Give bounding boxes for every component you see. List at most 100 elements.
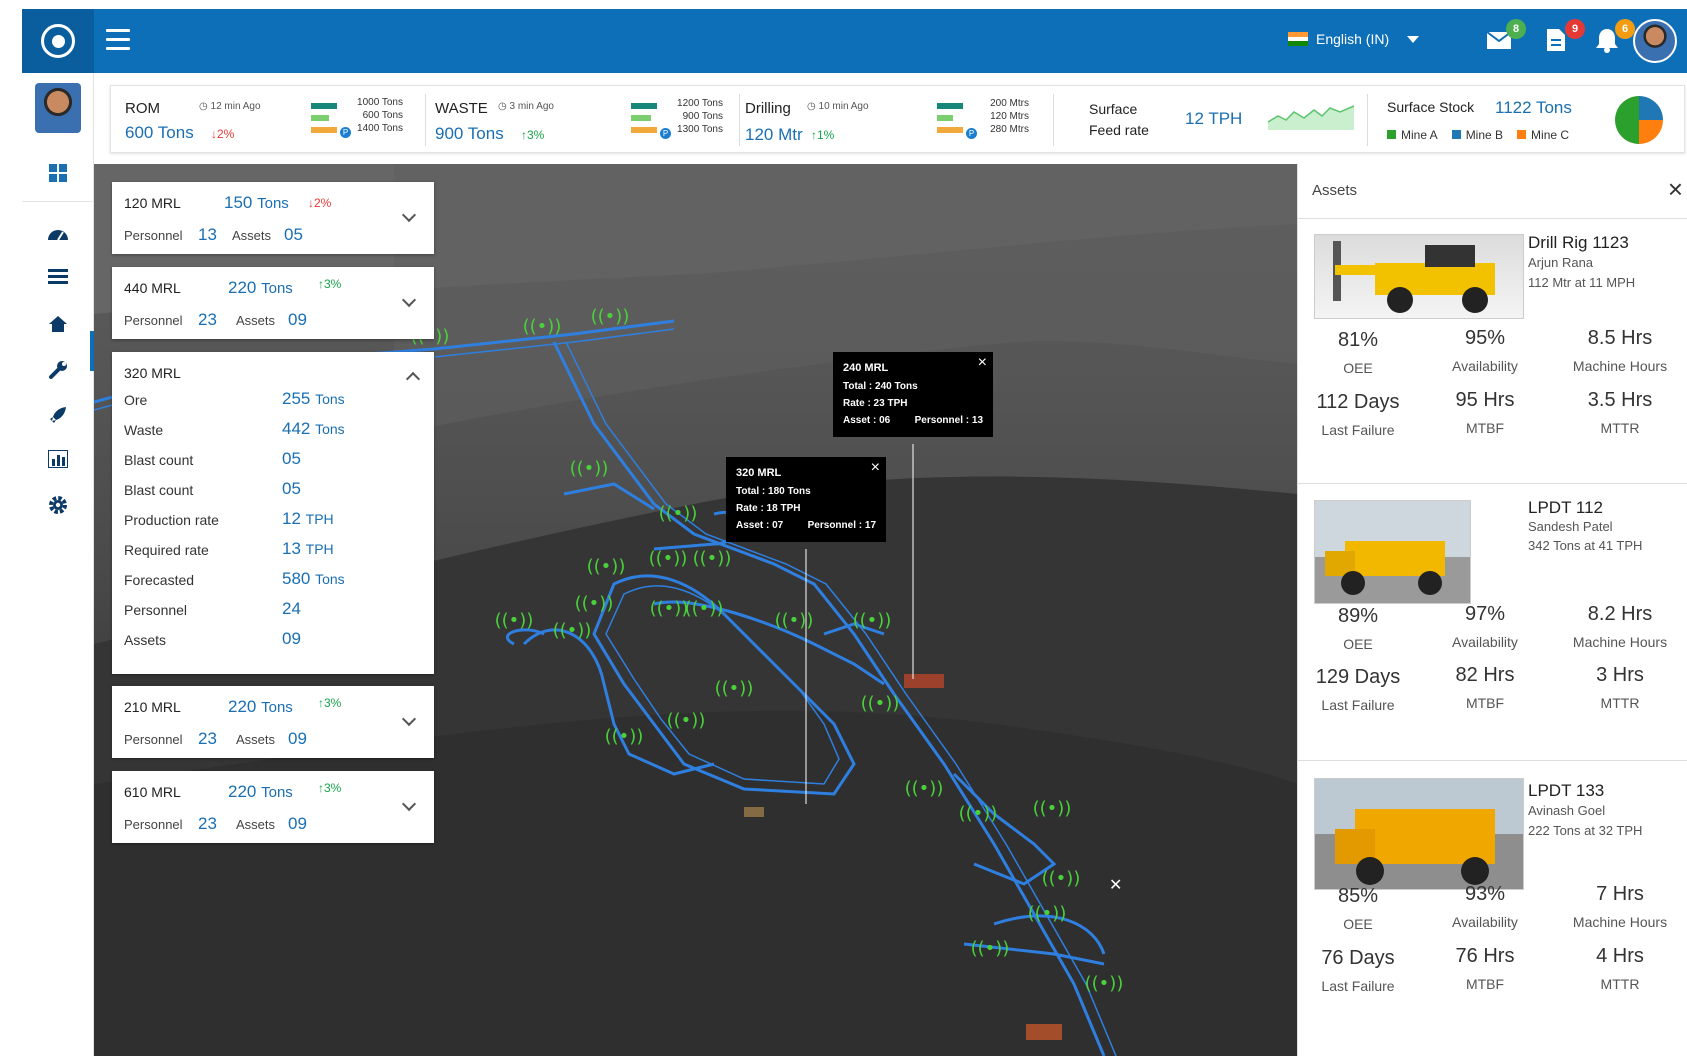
personnel-label: Personnel: [124, 228, 183, 243]
level-card-210-mrl[interactable]: 210 MRL 220 Tons ↑3% Personnel 23 Assets…: [112, 686, 434, 758]
detail-value: 24: [282, 599, 301, 618]
close-icon[interactable]: ×: [871, 459, 880, 476]
lpdt-112-image: [1314, 500, 1471, 604]
level-card-440-mrl[interactable]: 440 MRL 220 Tons ↑3% Personnel 23 Assets…: [112, 267, 434, 339]
mail-button[interactable]: 8: [1486, 19, 1526, 57]
stat-oee: 81% OEE: [1337, 329, 1379, 376]
stat-last-failure: 112 Days Last Failure: [1316, 391, 1400, 438]
chevron-down-icon[interactable]: [401, 796, 417, 812]
personnel-count: 23: [198, 729, 217, 748]
assets-count: 09: [288, 310, 307, 329]
kpi-drilling-ago: ◷ 10 min Ago: [807, 101, 869, 112]
stat-availability: 93% Availability: [1452, 883, 1518, 930]
svg-text:((•)): ((•)): [649, 548, 688, 569]
chevron-down-icon[interactable]: [401, 711, 417, 727]
settings-gear-icon[interactable]: [46, 493, 70, 517]
app-logo[interactable]: [22, 9, 94, 73]
mail-badge: 8: [1506, 19, 1526, 39]
app: English (IN) 8 9 6 ROM ◷ 12 min Ago 600 …: [0, 0, 1687, 1056]
drill-rig-icon: [1333, 241, 1495, 313]
bar-chart-icon[interactable]: [46, 447, 70, 471]
svg-text:((•)): ((•)): [775, 610, 814, 631]
kpi-strip: ROM ◷ 12 min Ago 600 Tons ↓2% P 1000 Ton…: [110, 85, 1685, 153]
close-panel-icon[interactable]: ×: [1668, 174, 1683, 205]
document-icon: [1547, 29, 1565, 51]
personnel-label: Personnel: [124, 732, 183, 747]
personnel-label: Personnel: [124, 313, 183, 328]
asset-card-lpdt-112[interactable]: LPDT 112 Sandesh Patel 342 Tons at 41 TP…: [1298, 483, 1687, 760]
kpi-drilling-legend: 200 Mtrs 120 Mtrs 280 Mtrs: [990, 98, 1029, 135]
tooltip-personnel: Personnel : 17: [807, 520, 876, 531]
personnel-label: Personnel: [124, 817, 183, 832]
asset-name: LPDT 112: [1528, 498, 1603, 517]
kpi-waste-name: WASTE: [435, 100, 488, 117]
dashboard-grid-icon[interactable]: [46, 161, 70, 185]
svg-text:((•)): ((•)): [1028, 903, 1067, 924]
asset-info: 112 Mtr at 11 MPH: [1528, 275, 1636, 290]
kpi-rom-mini-bars: [311, 103, 337, 139]
kpi-stock-value: 1122 Tons: [1495, 98, 1572, 117]
level-name: 210 MRL: [124, 699, 181, 715]
level-card-120-mrl[interactable]: 120 MRL 150 Tons ↓2% Personnel 13 Assets…: [112, 182, 434, 254]
level-name: 610 MRL: [124, 784, 181, 800]
document-button[interactable]: 9: [1545, 19, 1585, 57]
home-icon[interactable]: [46, 312, 70, 336]
asset-card-lpdt-133[interactable]: LPDT 133 Avinash Goel 222 Tons at 32 TPH…: [1298, 760, 1687, 1056]
rocket-icon[interactable]: [46, 403, 70, 427]
personnel-count: 13: [198, 225, 217, 244]
level-card-320-mrl-expanded[interactable]: 320 MRL Ore 255 Tons Waste 442 Tons Blast co…: [112, 352, 434, 674]
gauge-icon[interactable]: [46, 221, 70, 245]
stat-mtbf: 82 Hrs MTBF: [1455, 664, 1515, 711]
tooltip-total: Total : 240 Tons: [843, 381, 918, 392]
notification-button[interactable]: 6: [1595, 19, 1635, 57]
assets-count: 09: [288, 814, 307, 833]
user-avatar[interactable]: [1633, 19, 1677, 63]
kpi-waste[interactable]: WASTE ◷ 3 min Ago 900 Tons ↑3% P 1200 To…: [431, 86, 731, 154]
kpi-surface-stock[interactable]: Surface Stock 1122 Tons Mine A Mine B Mi…: [1373, 86, 1683, 154]
svg-text:((•)): ((•)): [570, 458, 609, 479]
level-delta: ↓2%: [308, 196, 332, 210]
chevron-up-icon[interactable]: [405, 371, 421, 387]
detail-label: Blast count: [124, 482, 194, 498]
detail-label: Assets: [124, 632, 167, 648]
kpi-rom-name: ROM: [125, 100, 160, 117]
svg-text:((•)): ((•)): [605, 726, 644, 747]
stat-last-failure: 76 Days Last Failure: [1321, 947, 1395, 994]
asset-info: 342 Tons at 41 TPH: [1528, 538, 1643, 553]
svg-text:((•)): ((•)): [650, 598, 689, 619]
kpi-feed-name-line1: Surface: [1089, 101, 1138, 117]
feed-rate-sparkline: [1268, 105, 1354, 130]
kpi-stock-name: Surface Stock: [1387, 99, 1475, 115]
language-label: English (IN): [1316, 31, 1390, 47]
language-selector[interactable]: English (IN): [1288, 31, 1420, 47]
kpi-rom[interactable]: ROM ◷ 12 min Ago 600 Tons ↓2% P 1000 Ton…: [111, 86, 411, 154]
level-card-610-mrl[interactable]: 610 MRL 220 Tons ↑3% Personnel 23 Assets…: [112, 771, 434, 843]
layers-icon[interactable]: [46, 265, 70, 289]
haul-truck-icon: [1335, 809, 1495, 885]
svg-text:((•)): ((•)): [575, 593, 614, 614]
level-name: 320 MRL: [124, 365, 181, 381]
kpi-rom-delta: ↓2%: [211, 127, 235, 141]
level-name: 440 MRL: [124, 280, 181, 296]
level-tons: 220 Tons: [228, 782, 293, 801]
level-delta: ↑3%: [318, 696, 342, 710]
assets-label: Assets: [236, 817, 276, 832]
asset-card-drill-rig[interactable]: Drill Rig 1123 Arjun Rana 112 Mtr at 11 …: [1298, 218, 1687, 483]
detail-label: Personnel: [124, 602, 188, 618]
personnel-count: 23: [198, 310, 217, 329]
wrench-icon[interactable]: [46, 358, 70, 382]
profile-avatar[interactable]: [35, 83, 81, 133]
svg-text:((•)): ((•)): [853, 610, 892, 631]
tooltip-title: 240 MRL: [843, 362, 889, 374]
hamburger-menu-icon[interactable]: [106, 29, 130, 51]
detail-label: Forecasted: [124, 572, 195, 588]
chevron-down-icon[interactable]: [401, 292, 417, 308]
svg-text:✕: ✕: [1109, 875, 1122, 894]
dump-truck-icon: [1325, 541, 1445, 595]
stat-mttr: 4 Hrs MTTR: [1596, 945, 1644, 992]
chevron-down-icon[interactable]: [401, 207, 417, 223]
kpi-drilling[interactable]: Drilling ◷ 10 min Ago 120 Mtr ↑1% P 200 …: [745, 86, 1045, 154]
tooltip-rate: Rate : 18 TPH: [736, 503, 801, 514]
kpi-feed-rate[interactable]: Surface Feed rate 12 TPH: [1061, 86, 1361, 154]
close-icon[interactable]: ×: [978, 354, 987, 371]
